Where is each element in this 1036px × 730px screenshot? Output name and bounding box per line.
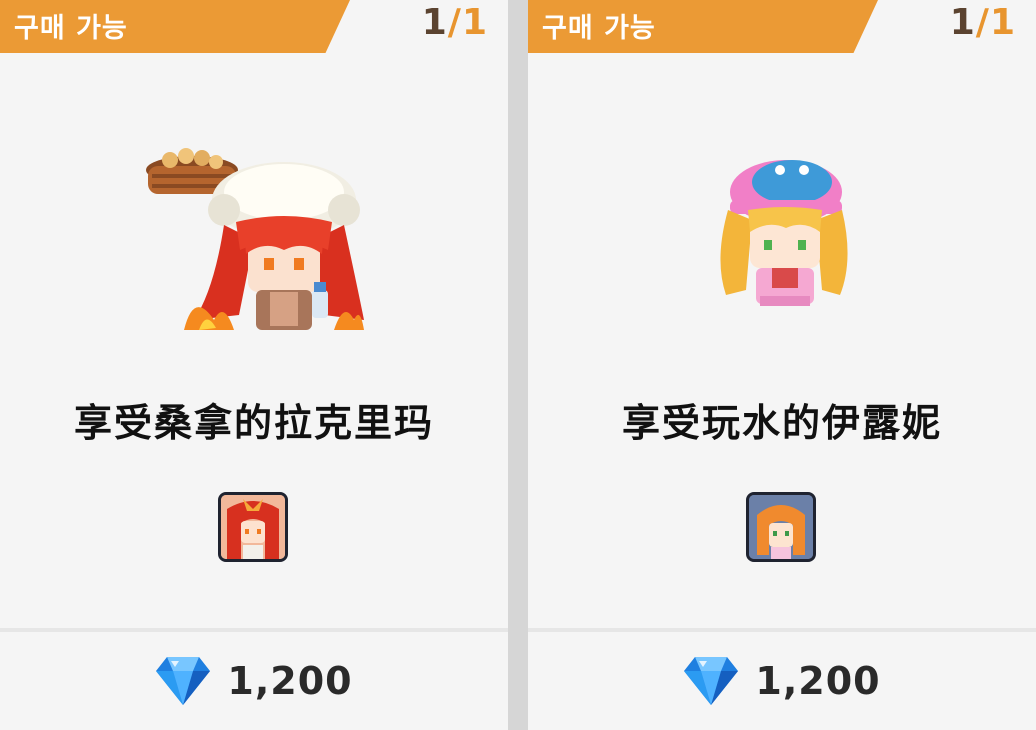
price-divider bbox=[528, 628, 1036, 632]
stock-separator: / bbox=[975, 2, 990, 43]
stock-current: 1 bbox=[949, 2, 976, 43]
badge-label: 구매 가능 bbox=[542, 13, 656, 44]
thumbnail-portrait-iruni bbox=[749, 495, 813, 559]
diamond-gem-icon bbox=[156, 657, 211, 705]
stock-max: 1 bbox=[989, 2, 1016, 43]
stock-current: 1 bbox=[421, 2, 448, 43]
character-thumbnail bbox=[218, 492, 288, 562]
stock-max: 1 bbox=[461, 2, 488, 43]
stock-counter: 1/1 bbox=[422, 2, 488, 43]
shop-grid: 구매 가능 1/1 享受桑拿的拉克里玛 1,200 구매 가능 1/1 享受玩水… bbox=[0, 0, 1036, 730]
costume-card-iruni[interactable]: 구매 가능 1/1 享受玩水的伊露妮 1,200 bbox=[528, 0, 1036, 730]
character-sprite-lacrima bbox=[146, 148, 364, 330]
thumbnail-portrait-lacrima bbox=[221, 495, 285, 559]
purchasable-badge: 구매 가능 bbox=[528, 0, 878, 53]
price-value: 1,200 bbox=[755, 659, 881, 703]
stock-separator: / bbox=[447, 2, 462, 43]
badge-label: 구매 가능 bbox=[14, 13, 128, 44]
character-name: 享受玩水的伊露妮 bbox=[621, 401, 942, 445]
costume-card-lacrima[interactable]: 구매 가능 1/1 享受桑拿的拉克里玛 1,200 bbox=[0, 0, 508, 730]
price-value: 1,200 bbox=[227, 659, 353, 703]
character-thumbnail bbox=[746, 492, 816, 562]
price-button[interactable]: 1,200 bbox=[0, 650, 508, 712]
price-button[interactable]: 1,200 bbox=[528, 650, 1036, 712]
character-name: 享受桑拿的拉克里玛 bbox=[73, 401, 434, 445]
stock-counter: 1/1 bbox=[950, 2, 1016, 43]
price-divider bbox=[0, 628, 508, 632]
character-sprite-iruni bbox=[720, 160, 848, 306]
diamond-gem-icon bbox=[684, 657, 739, 705]
purchasable-badge: 구매 가능 bbox=[0, 0, 350, 53]
